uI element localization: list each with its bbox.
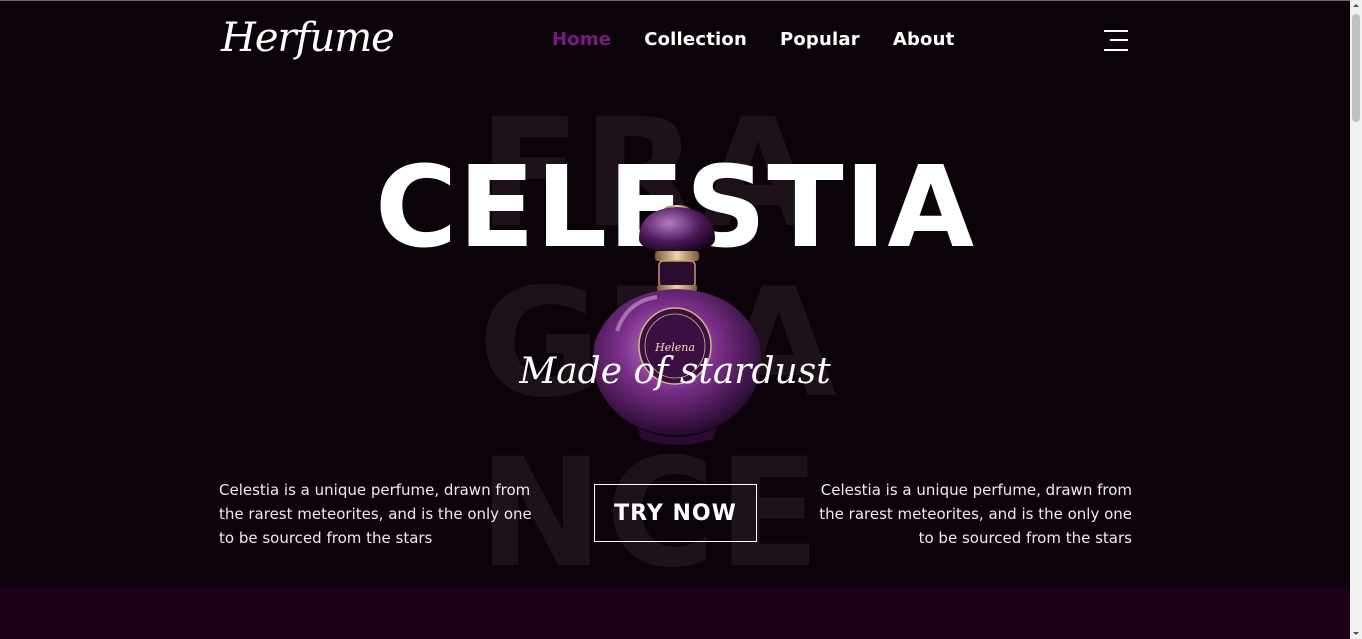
try-now-button[interactable]: TRY NOW — [594, 484, 757, 542]
nav-about[interactable]: About — [893, 29, 955, 50]
main-nav: Home Collection Popular About — [552, 29, 954, 50]
hero-tagline: Made of stardust — [519, 351, 831, 392]
hero-description-left: Celestia is a unique perfume, drawn from… — [219, 481, 532, 547]
nav-collection[interactable]: Collection — [644, 29, 747, 50]
next-section — [0, 587, 1350, 639]
perfume-bottle-image: Helena — [593, 205, 761, 445]
hamburger-menu-icon[interactable] — [1104, 30, 1128, 52]
scroll-down-arrow-icon[interactable] — [1350, 627, 1362, 639]
logo[interactable]: Herfume — [221, 15, 395, 61]
scrollbar-thumb[interactable] — [1352, 14, 1360, 122]
nav-popular[interactable]: Popular — [780, 29, 860, 50]
vertical-scrollbar[interactable] — [1350, 0, 1362, 639]
scroll-up-arrow-icon[interactable] — [1350, 0, 1362, 12]
page: Herfume Home Collection Popular About FR… — [0, 1, 1350, 639]
hero-description-right: Celestia is a unique perfume, drawn from… — [819, 481, 1132, 547]
nav-home[interactable]: Home — [552, 29, 611, 50]
